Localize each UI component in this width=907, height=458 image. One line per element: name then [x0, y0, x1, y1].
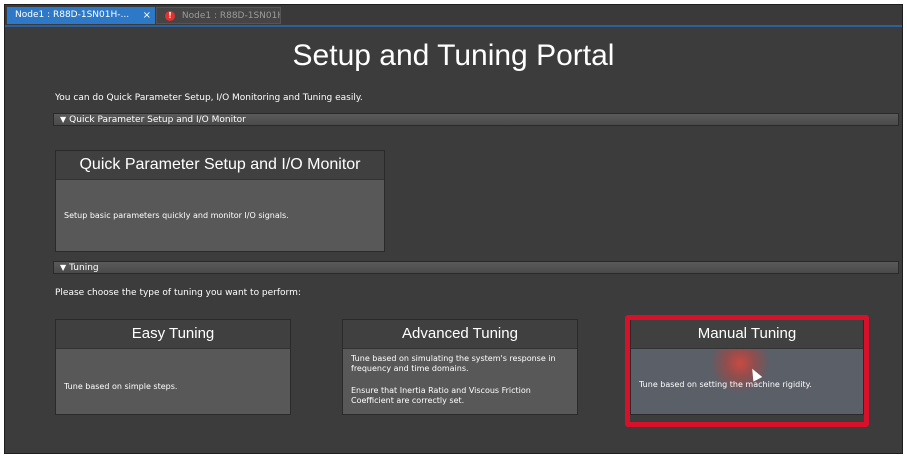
- card-description: Setup basic parameters quickly and monit…: [64, 211, 289, 220]
- page-title: Setup and Tuning Portal: [292, 39, 615, 72]
- advanced-tuning-card[interactable]: Advanced Tuning Tune based on simulating…: [342, 319, 578, 415]
- close-icon[interactable]: ×: [143, 7, 151, 24]
- document-tab-bar: Node1 : R88D-1SN01H-... × ! Node1 : R88D…: [5, 5, 902, 27]
- card-description: Tune based on simple steps.: [64, 382, 178, 391]
- section-label: Tuning: [69, 263, 99, 273]
- tab-label: Node1 : R88D-1SN01H-...: [181, 11, 280, 21]
- tuning-prompt: Please choose the type of tuning you wan…: [55, 288, 301, 298]
- card-description-note: Ensure that Inertia Ratio and Viscous Fr…: [351, 386, 531, 405]
- card-title: Quick Parameter Setup and I/O Monitor: [56, 151, 384, 180]
- section-label: Quick Parameter Setup and I/O Monitor: [69, 115, 246, 125]
- tab-node1-inactive[interactable]: ! Node1 : R88D-1SN01H-...: [156, 7, 281, 24]
- tab-node1-active[interactable]: Node1 : R88D-1SN01H-... ×: [7, 7, 155, 24]
- card-description: Tune based on simulating the system's re…: [351, 354, 556, 373]
- collapse-triangle-icon: ▼: [60, 115, 67, 124]
- card-title: Easy Tuning: [56, 320, 290, 349]
- card-title: Advanced Tuning: [343, 320, 577, 349]
- quick-setup-card[interactable]: Quick Parameter Setup and I/O Monitor Se…: [55, 150, 385, 252]
- setup-portal-window: Node1 : R88D-1SN01H-... × ! Node1 : R88D…: [4, 4, 903, 454]
- tab-label: Node1 : R88D-1SN01H-...: [15, 10, 130, 20]
- section-header-tuning[interactable]: ▼ Tuning: [53, 261, 899, 274]
- collapse-triangle-icon: ▼: [60, 263, 67, 272]
- intro-text: You can do Quick Parameter Setup, I/O Mo…: [55, 93, 363, 103]
- section-header-quick-setup[interactable]: ▼ Quick Parameter Setup and I/O Monitor: [53, 113, 899, 126]
- warning-icon: !: [165, 10, 175, 21]
- easy-tuning-card[interactable]: Easy Tuning Tune based on simple steps.: [55, 319, 291, 415]
